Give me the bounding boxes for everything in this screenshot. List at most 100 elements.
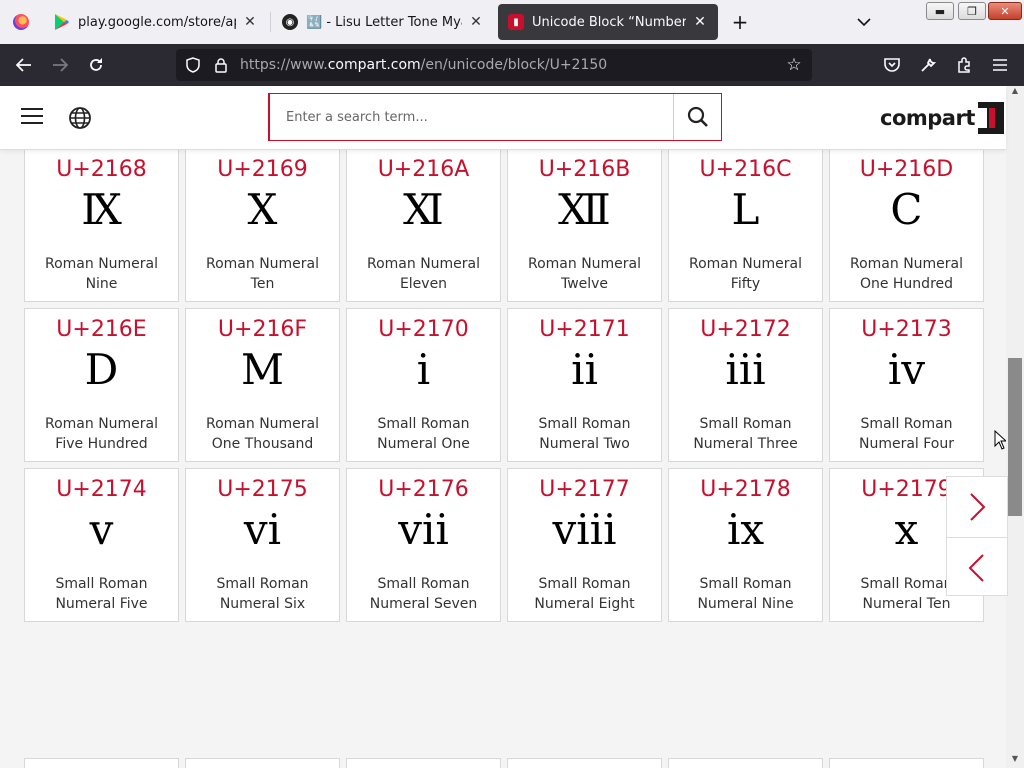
character-cell[interactable]: U+216D Ⅽ Roman Numeral One Hundred [829,150,984,302]
codepoint-link[interactable]: U+2170 [347,317,500,342]
character-cell[interactable]: U+2171 ⅱ Small Roman Numeral Two [507,308,662,462]
character-name: Roman Numeral Eleven [366,256,481,292]
search-button[interactable] [673,94,721,140]
bookmark-star-icon[interactable]: ☆ [782,53,806,77]
codepoint-link[interactable]: U+2175 [186,477,339,502]
codepoint-link[interactable]: U+2176 [347,477,500,502]
character-glyph: ⅰ [416,345,431,394]
pocket-icon[interactable] [880,53,904,77]
url-prefix: https://www. [240,57,328,73]
character-name: Roman Numeral One Hundred [849,256,964,292]
window-close-icon[interactable]: ✕ [988,2,1022,20]
character-cell[interactable]: U+2169 Ⅹ Roman Numeral Ten [185,150,340,302]
codepoint-link[interactable]: U+216D [830,157,983,182]
tab-lisu-letter[interactable]: ◉ 🔣 - Lisu Letter Tone Mya Bo, U ✕ [272,4,494,40]
character-name: Small Roman Numeral Two [538,416,631,452]
character-cell[interactable]: U+2170 ⅰ Small Roman Numeral One [346,308,501,462]
next-block-button[interactable] [947,477,1007,537]
browser-navigation-bar: https://www.compart.com/en/unicode/block… [0,44,1024,86]
character-cell[interactable]: U+2172 ⅲ Small Roman Numeral Three [668,308,823,462]
grid-cell[interactable] [185,758,340,768]
codepoint-link[interactable]: U+2174 [25,477,178,502]
next-row-partial [24,758,986,768]
character-glyph: Ⅾ [84,345,119,394]
codepoint-link[interactable]: U+2171 [508,317,661,342]
grid-cell[interactable] [668,758,823,768]
lock-icon[interactable] [210,54,232,76]
codepoint-link[interactable]: U+2177 [508,477,661,502]
character-cell[interactable]: U+2173 ⅳ Small Roman Numeral Four [829,308,984,462]
scroll-down-arrow-icon[interactable]: ▼ [1006,754,1024,768]
character-cell[interactable]: U+2176 ⅶ Small Roman Numeral Seven [346,468,501,622]
character-name: Roman Numeral Ten [205,256,320,292]
character-glyph: Ⅽ [890,185,923,234]
minimize-icon[interactable]: ▬ [926,2,954,20]
codepoint-link[interactable]: U+2178 [669,477,822,502]
mouse-cursor-icon [994,430,1006,450]
codepoint-link[interactable]: U+216C [669,157,822,182]
character-cell[interactable]: U+2178 ⅸ Small Roman Numeral Nine [668,468,823,622]
hamburger-menu-icon[interactable] [21,108,43,126]
grid-cell[interactable] [829,758,984,768]
character-glyph: Ⅺ [403,185,444,234]
codepoint-link[interactable]: U+2172 [669,317,822,342]
character-name: Roman Numeral One Thousand [205,416,320,452]
character-cell[interactable]: U+2175 ⅵ Small Roman Numeral Six [185,468,340,622]
character-glyph: ⅵ [243,505,282,554]
character-cell[interactable]: U+2168 Ⅸ Roman Numeral Nine [24,150,179,302]
character-cell[interactable]: U+216F Ⅿ Roman Numeral One Thousand [185,308,340,462]
grid-cell[interactable] [507,758,662,768]
character-glyph: Ⅸ [81,185,122,234]
character-grid: U+2162ⅢRoman Numeral ThreeU+2163ⅣRoman N… [24,150,986,622]
tab-list-chevron-icon[interactable] [852,10,876,34]
character-cell[interactable]: U+216B Ⅻ Roman Numeral Twelve [507,150,662,302]
globe-language-icon[interactable] [68,106,92,130]
codepoint-link[interactable]: U+216F [186,317,339,342]
tab-close-icon[interactable]: ✕ [692,14,708,30]
compart-logo[interactable]: compart [880,100,1004,136]
restore-icon[interactable]: ❐ [958,2,986,20]
tab-number-forms[interactable]: ▮ Unicode Block “Number Forms” ✕ [498,4,718,40]
search-box [268,93,722,141]
character-name: Roman Numeral Five Hundred [44,416,159,452]
wrench-icon[interactable] [916,53,940,77]
reload-icon[interactable] [84,53,108,77]
back-arrow-icon[interactable] [12,53,36,77]
codepoint-link[interactable]: U+2168 [25,157,178,182]
tab-title: play.google.com/store/apps/co [78,14,236,30]
tab-close-icon[interactable]: ✕ [468,14,484,30]
search-input[interactable] [270,94,673,140]
character-name: Small Roman Numeral Eight [534,576,635,612]
extensions-icon[interactable] [952,53,976,77]
codepoint-link[interactable]: U+2169 [186,157,339,182]
character-cell[interactable]: U+2177 ⅷ Small Roman Numeral Eight [507,468,662,622]
character-glyph: ⅶ [398,505,449,554]
character-cell[interactable]: U+2174 ⅴ Small Roman Numeral Five [24,468,179,622]
tab-title: Unicode Block “Number Forms” [532,14,686,30]
character-cell[interactable]: U+216C Ⅼ Roman Numeral Fifty [668,150,823,302]
tab-close-icon[interactable]: ✕ [242,14,258,30]
app-menu-icon[interactable] [988,53,1012,77]
character-cell[interactable]: U+216E Ⅾ Roman Numeral Five Hundred [24,308,179,462]
url-text[interactable]: https://www.compart.com/en/unicode/block… [240,57,607,73]
address-bar[interactable]: https://www.compart.com/en/unicode/block… [176,49,812,81]
character-name: Small Roman Numeral Four [858,416,955,452]
new-tab-icon[interactable]: + [728,8,752,36]
grid-cell[interactable] [24,758,179,768]
codepoint-link[interactable]: U+216A [347,157,500,182]
character-cell[interactable]: U+216A Ⅺ Roman Numeral Eleven [346,150,501,302]
codepoint-link[interactable]: U+2173 [830,317,983,342]
unicode-block-grid-area: U+2162ⅢRoman Numeral ThreeU+2163ⅣRoman N… [0,150,1006,768]
scroll-up-arrow-icon[interactable]: ▲ [1006,86,1024,100]
firefox-view-icon[interactable] [0,0,42,44]
scroll-thumb[interactable] [1008,358,1022,516]
tab-google-play[interactable]: play.google.com/store/apps/co ✕ [44,4,268,40]
codepoint-link[interactable]: U+216E [25,317,178,342]
search-icon [687,106,708,127]
shield-icon[interactable] [182,54,204,76]
page-scrollbar[interactable]: ▲ ▼ [1006,86,1024,768]
forward-arrow-icon[interactable] [48,53,72,77]
previous-block-button[interactable] [947,537,1007,597]
codepoint-link[interactable]: U+216B [508,157,661,182]
grid-cell[interactable] [346,758,501,768]
